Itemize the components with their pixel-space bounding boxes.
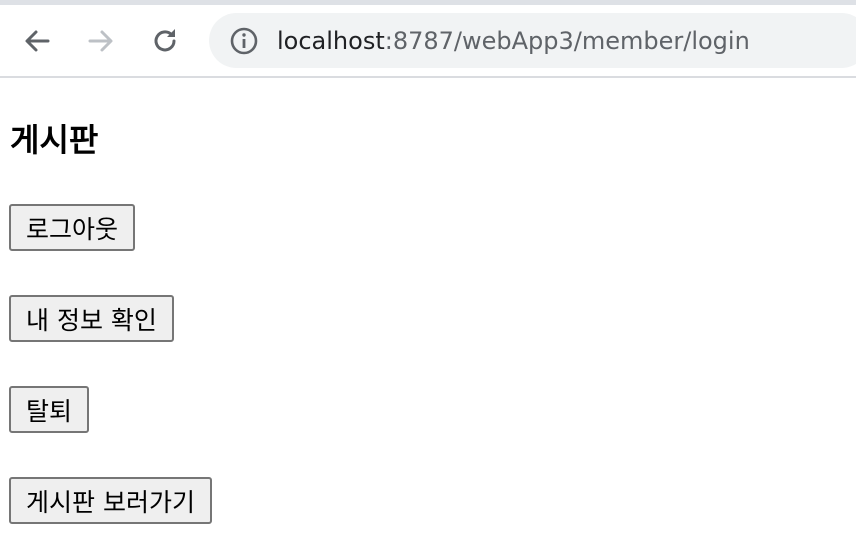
my-info-button[interactable]: 내 정보 확인 — [9, 295, 174, 342]
back-arrow-icon — [25, 30, 50, 52]
forward-button[interactable] — [81, 21, 121, 61]
logout-button[interactable]: 로그아웃 — [9, 204, 136, 251]
withdraw-button[interactable]: 탈퇴 — [9, 386, 90, 433]
info-icon[interactable] — [229, 26, 259, 56]
reload-button[interactable] — [145, 21, 185, 61]
view-board-button[interactable]: 게시판 보러가기 — [9, 477, 212, 524]
browser-toolbar: localhost:8787/webApp3/member/login — [0, 5, 856, 78]
page-content: 게시판 로그아웃 내 정보 확인 탈퇴 게시판 보러가기 — [0, 78, 856, 542]
reload-icon — [154, 29, 176, 52]
address-bar[interactable]: localhost:8787/webApp3/member/login — [209, 13, 856, 68]
back-button[interactable] — [17, 21, 57, 61]
url-host: localhost — [277, 27, 385, 55]
page-title: 게시판 — [10, 121, 99, 159]
forward-arrow-icon — [88, 30, 113, 52]
url-text[interactable]: localhost:8787/webApp3/member/login — [277, 25, 750, 57]
url-path: :8787/webApp3/member/login — [384, 27, 750, 55]
